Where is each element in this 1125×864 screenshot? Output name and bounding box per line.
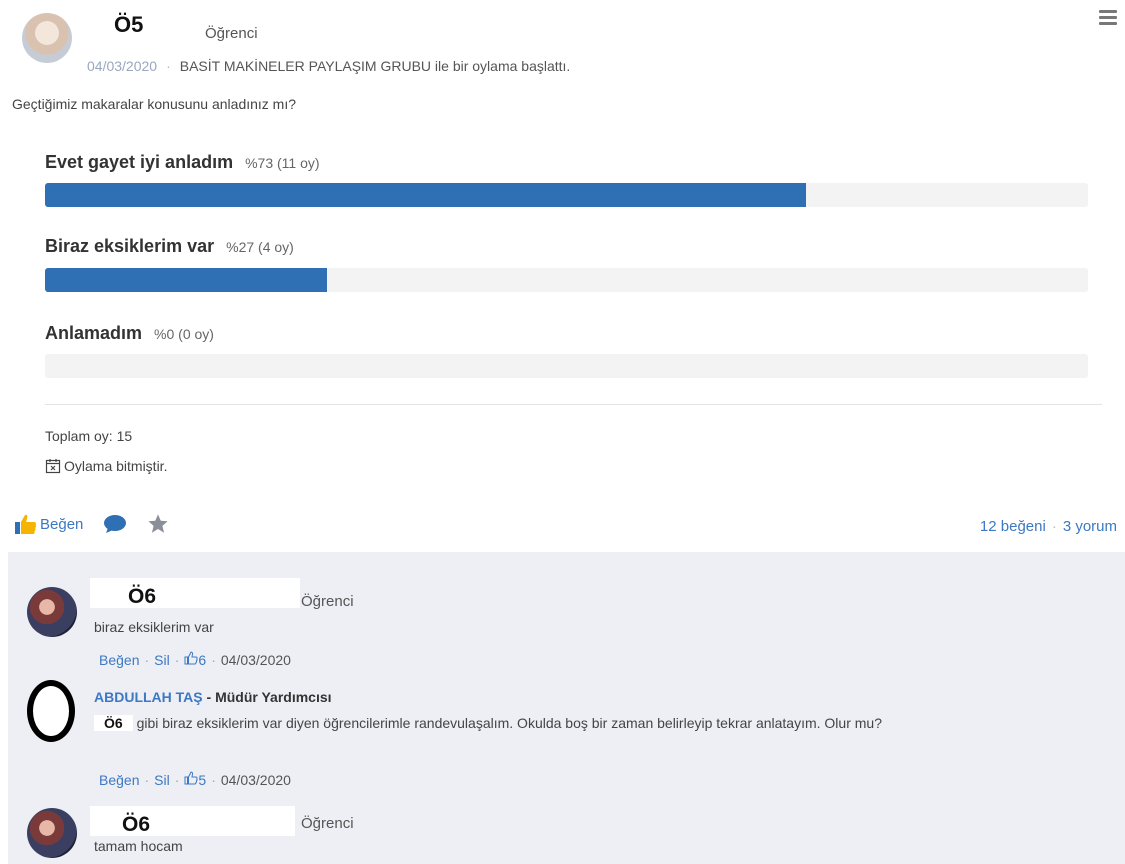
author-avatar[interactable] — [22, 13, 72, 63]
comment-author: ABDULLAH TAŞ - Müdür Yardımcısı — [94, 689, 332, 705]
thumbs-up-outline-icon — [184, 771, 198, 785]
poll-bar-track — [45, 354, 1088, 378]
comment-text: tamam hocam — [94, 838, 183, 854]
comment-actions: Beğen · Sil · 6 · 04/03/2020 — [99, 651, 291, 668]
comment-delete-link[interactable]: Sil — [154, 652, 170, 668]
comment-text: biraz eksiklerim var — [94, 619, 214, 635]
calendar-x-icon — [45, 459, 61, 474]
comment-icon[interactable] — [103, 514, 127, 534]
comments-count-link[interactable]: 3 yorum — [1063, 518, 1117, 535]
comment-author-role: Müdür Yardımcısı — [215, 689, 332, 705]
menu-icon[interactable] — [1099, 10, 1117, 26]
like-button[interactable]: Beğen — [14, 513, 83, 535]
comment-name-box — [90, 578, 300, 608]
comment-like-link[interactable]: Beğen — [99, 772, 139, 788]
dash-separator: - — [202, 689, 216, 705]
post-stats: 12 beğeni · 3 yorum — [980, 518, 1117, 535]
comment-text: gibi biraz eksiklerim var diyen öğrencil… — [136, 715, 882, 731]
poll-ended: Oylama bitmiştir. — [45, 458, 167, 474]
post-action-text: BASİT MAKİNELER PAYLAŞIM GRUBU ile bir o… — [179, 58, 571, 74]
option-label: Evet gayet iyi anladım — [45, 152, 234, 172]
comment-text-block: Ö6 gibi biraz eksiklerim var diyen öğren… — [94, 712, 1044, 734]
comment-author-name[interactable]: Ö6 — [122, 813, 150, 837]
comment-avatar[interactable] — [27, 587, 77, 637]
poll-question: Geçtiğimiz makaralar konusunu anladınız … — [12, 96, 297, 112]
option-label: Anlamadım — [45, 323, 143, 343]
comment-date: 04/03/2020 — [220, 772, 291, 788]
post-meta: 04/03/2020 · BASİT MAKİNELER PAYLAŞIM GRUB… — [87, 58, 570, 74]
separator-dot: · — [144, 772, 150, 788]
option-stat: %73 (11 oy) — [245, 155, 320, 171]
separator-dot: · — [166, 58, 171, 74]
poll-bar-fill — [45, 268, 327, 292]
separator-dot: · — [211, 772, 216, 788]
star-icon[interactable] — [147, 513, 169, 535]
mention-tag[interactable]: Ö6 — [94, 715, 133, 731]
divider — [45, 404, 1102, 405]
like-label: Beğen — [40, 515, 84, 533]
option-label: Biraz eksiklerim var — [45, 236, 215, 256]
post-date: 04/03/2020 — [87, 58, 158, 74]
comment-author-role: Öğrenci — [301, 593, 354, 610]
separator-dot: · — [174, 652, 180, 668]
comment-delete-link[interactable]: Sil — [154, 772, 170, 788]
thumbs-up-icon — [15, 514, 37, 534]
separator-dot: · — [144, 652, 150, 668]
comment-avatar[interactable] — [27, 808, 77, 858]
thumbs-up-outline-icon — [184, 651, 198, 665]
post-actions: Beğen — [14, 513, 169, 535]
comment-name-box — [90, 806, 295, 836]
option-stat: %0 (0 oy) — [154, 326, 214, 342]
comment-avatar[interactable] — [27, 680, 75, 742]
poll-option-1: Evet gayet iyi anladım %73 (11 oy) — [45, 152, 320, 173]
comment-date: 04/03/2020 — [220, 652, 291, 668]
poll-ended-text: Oylama bitmiştir. — [64, 458, 168, 474]
comment-author-role: Öğrenci — [301, 815, 354, 832]
separator-dot: · — [174, 772, 180, 788]
poll-option-2: Biraz eksiklerim var %27 (4 oy) — [45, 236, 294, 257]
total-votes: Toplam oy: 15 — [45, 428, 133, 444]
comment-like-link[interactable]: Beğen — [99, 652, 139, 668]
post-author-role: Öğrenci — [205, 25, 258, 42]
poll-bar-track — [45, 183, 1088, 207]
post-author-name[interactable]: Ö5 — [114, 12, 143, 38]
comment-author-name[interactable]: ABDULLAH TAŞ — [94, 689, 203, 705]
comment-actions: Beğen · Sil · 5 · 04/03/2020 — [99, 771, 291, 788]
poll-option-3: Anlamadım %0 (0 oy) — [45, 323, 214, 344]
poll-bar-fill — [45, 183, 807, 207]
comment-like-count: 5 — [198, 772, 207, 788]
poll-bar-track — [45, 268, 1088, 292]
separator-dot: · — [211, 652, 216, 668]
comment-author-name[interactable]: Ö6 — [128, 585, 156, 609]
likes-count-link[interactable]: 12 beğeni — [980, 518, 1046, 535]
stats-separator: · — [1051, 518, 1057, 535]
comment-like-count: 6 — [198, 652, 207, 668]
option-stat: %27 (4 oy) — [226, 239, 294, 255]
